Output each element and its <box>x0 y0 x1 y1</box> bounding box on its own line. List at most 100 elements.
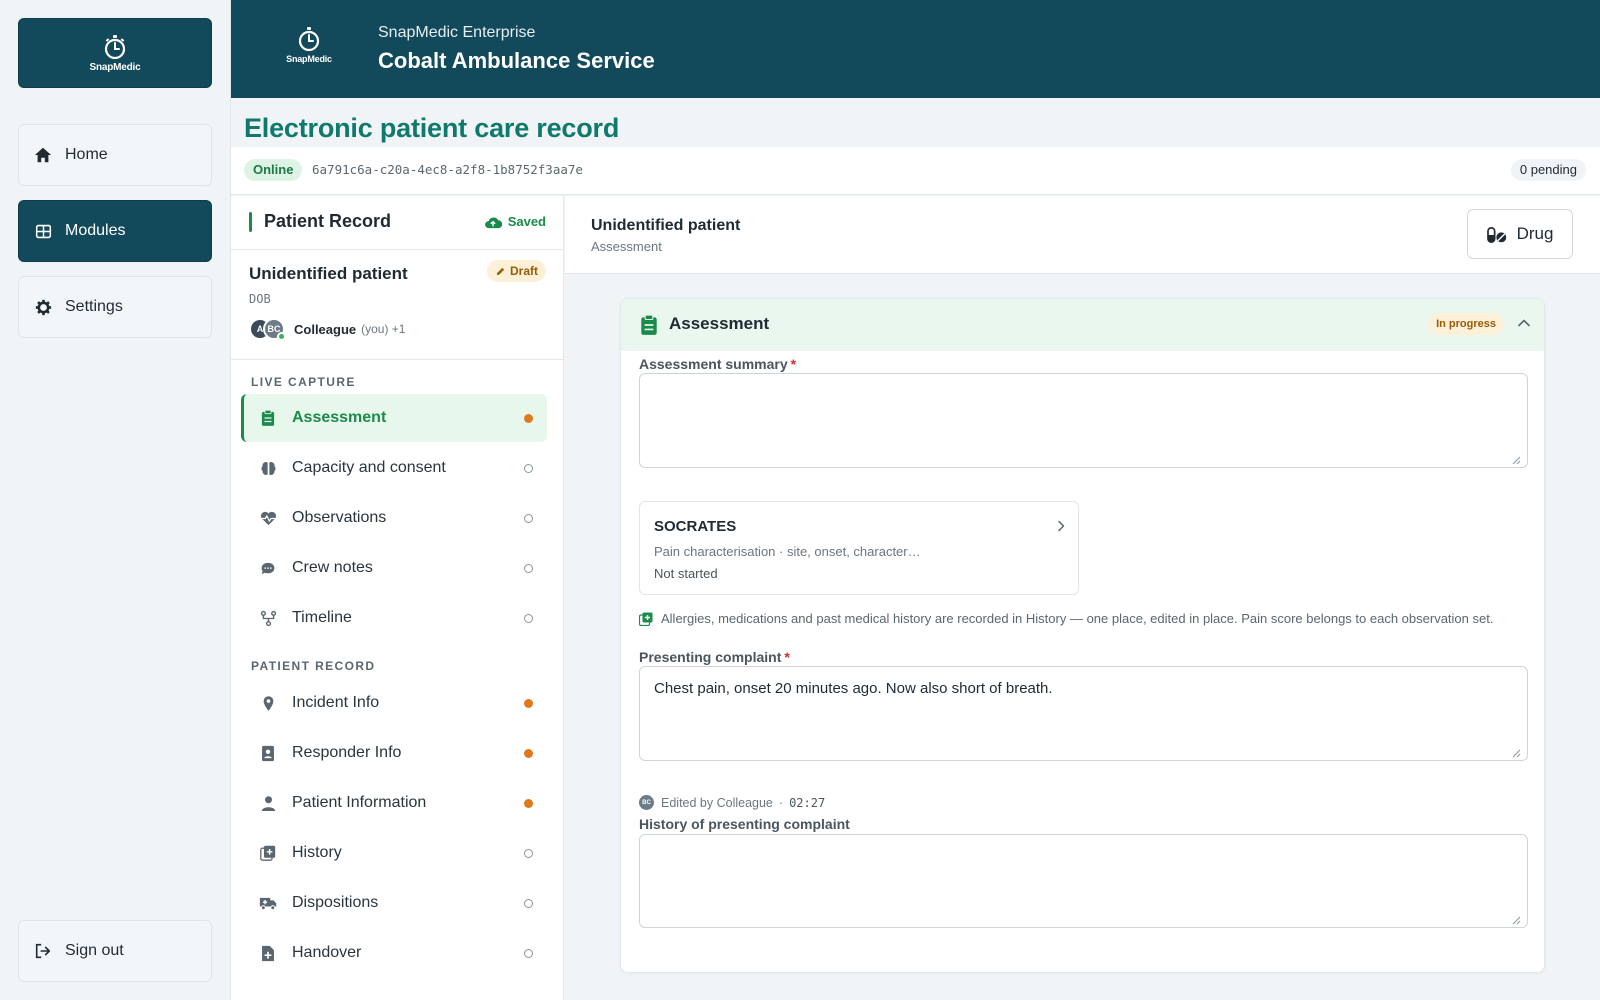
assessment-summary-label: Assessment summary * <box>639 356 796 372</box>
collaborator-name: Colleague <box>294 321 357 337</box>
drug-button[interactable]: Drug <box>1467 209 1573 259</box>
note-text: Allergies, medications and past medical … <box>661 611 1494 626</box>
module-label: Assessment <box>292 409 387 426</box>
chevron-up-icon[interactable] <box>1516 315 1532 331</box>
in-progress-badge: In progress <box>1428 313 1504 335</box>
draft-label: Draft <box>509 264 538 278</box>
module-capacity-consent[interactable]: Capacity and consent <box>241 444 547 492</box>
presenting-complaint-label: Presenting complaint * <box>639 649 790 665</box>
cloud-upload-icon <box>484 216 502 228</box>
patient-name: Unidentified patient <box>249 264 408 283</box>
socrates-description: Pain characterisation · site, onset, cha… <box>654 544 921 559</box>
clipboard-icon <box>258 408 278 428</box>
socrates-card[interactable]: SOCRATES Pain characterisation · site, o… <box>639 501 1079 595</box>
stopwatch-logo-icon <box>104 34 126 59</box>
brand-logo-text: SnapMedic <box>89 61 141 73</box>
assessment-card-header[interactable]: Assessment In progress <box>621 299 1544 351</box>
module-label: Dispositions <box>292 894 379 911</box>
history-info-note: Allergies, medications and past medical … <box>639 610 1499 627</box>
home-icon <box>33 145 53 165</box>
module-history[interactable]: History <box>241 829 547 877</box>
assessment-card: Assessment In progress Assessment summar… <box>620 298 1545 973</box>
module-label: History <box>292 844 342 861</box>
module-label: Crew notes <box>292 559 373 576</box>
nav-modules-label: Modules <box>65 222 126 239</box>
heart-pulse-icon <box>258 508 278 528</box>
medical-history-icon <box>639 612 653 626</box>
module-label: Handover <box>292 944 362 961</box>
module-label: Responder Info <box>292 744 402 761</box>
socrates-title: SOCRATES <box>654 518 737 535</box>
module-dispositions[interactable]: Dispositions <box>241 879 547 927</box>
brain-icon <box>258 458 278 478</box>
edited-by-text: Edited by Colleague <box>661 795 773 810</box>
status-indicator <box>524 464 533 473</box>
patient-card[interactable]: Unidentified patient Draft DOB A BC Coll… <box>231 250 563 360</box>
id-badge-icon <box>258 743 278 763</box>
status-indicator <box>524 849 533 858</box>
status-indicator <box>524 949 533 958</box>
module-label: Patient Information <box>292 794 427 811</box>
patient-record-title: Patient Record <box>264 211 392 231</box>
location-pin-icon <box>258 693 278 713</box>
clipboard-icon <box>641 314 657 335</box>
medical-history-icon <box>258 843 278 863</box>
record-id: 6a791c6a-c20a-4ec8-a2f8-1b8752f3aa7e <box>312 162 583 177</box>
hpc-field[interactable] <box>639 834 1528 928</box>
sign-out-label: Sign out <box>65 942 124 959</box>
collaborators: A BC Colleague (you) +1 <box>249 318 406 341</box>
module-timeline[interactable]: Timeline <box>241 594 547 642</box>
patient-dob: DOB <box>249 292 271 306</box>
status-indicator <box>524 514 533 523</box>
nav-modules-button[interactable]: Modules <box>18 200 212 262</box>
saved-status: Saved <box>484 214 546 229</box>
status-indicator <box>524 614 533 623</box>
draft-badge: Draft <box>486 260 546 282</box>
patient-record-header: Patient Record Saved <box>231 196 563 250</box>
module-patient-information[interactable]: Patient Information <box>241 779 547 827</box>
workspace-patient-name: Unidentified patient <box>591 217 741 234</box>
org-name: Cobalt Ambulance Service <box>378 48 655 73</box>
assessment-card-title: Assessment <box>669 314 770 333</box>
required-marker: * <box>790 356 797 372</box>
resize-grip-icon[interactable] <box>1512 749 1521 758</box>
module-handover[interactable]: Handover <box>241 929 547 977</box>
edited-separator: · <box>778 795 784 810</box>
module-assessment[interactable]: Assessment <box>241 394 547 442</box>
status-indicator <box>524 749 533 758</box>
ambulance-icon <box>258 893 278 913</box>
edited-by-indicator: BC Edited by Colleague · 02:27 <box>639 795 825 810</box>
chevron-right-icon <box>1058 520 1065 532</box>
sign-out-icon <box>33 941 53 961</box>
module-incident-info[interactable]: Incident Info <box>241 679 547 727</box>
label-text: Presenting complaint <box>639 649 782 665</box>
status-indicator <box>524 564 533 573</box>
sign-out-button[interactable]: Sign out <box>18 920 212 982</box>
status-indicator <box>524 799 533 808</box>
left-nav: SnapMedic Home Modules Settings Sign out <box>0 0 231 1000</box>
socrates-status: Not started <box>654 566 718 581</box>
online-status-badge: Online <box>244 159 303 181</box>
file-medical-icon <box>258 943 278 963</box>
header-accent <box>249 212 252 232</box>
nav-home-button[interactable]: Home <box>18 124 212 186</box>
module-crew-notes[interactable]: Crew notes <box>241 544 547 592</box>
module-responder-info[interactable]: Responder Info <box>241 729 547 777</box>
timeline-icon <box>258 608 278 628</box>
brand-logo[interactable]: SnapMedic <box>18 18 212 88</box>
saved-label: Saved <box>507 214 546 229</box>
resize-grip-icon[interactable] <box>1512 456 1521 465</box>
required-marker: * <box>784 649 790 665</box>
label-text: Assessment summary <box>639 356 788 372</box>
online-dot <box>277 332 286 341</box>
presenting-complaint-field[interactable]: Chest pain, onset 20 minutes ago. Now al… <box>639 666 1528 761</box>
resize-grip-icon[interactable] <box>1512 916 1521 925</box>
header-logo: SnapMedic <box>279 26 339 64</box>
module-observations[interactable]: Observations <box>241 494 547 542</box>
pending-sync-badge[interactable]: 0 pending <box>1510 159 1586 181</box>
collaborator-meta: (you) +1 <box>361 322 406 336</box>
nav-settings-button[interactable]: Settings <box>18 276 212 338</box>
person-icon <box>258 793 278 813</box>
org-subtitle: SnapMedic Enterprise <box>378 24 536 41</box>
assessment-summary-field[interactable] <box>639 373 1528 468</box>
